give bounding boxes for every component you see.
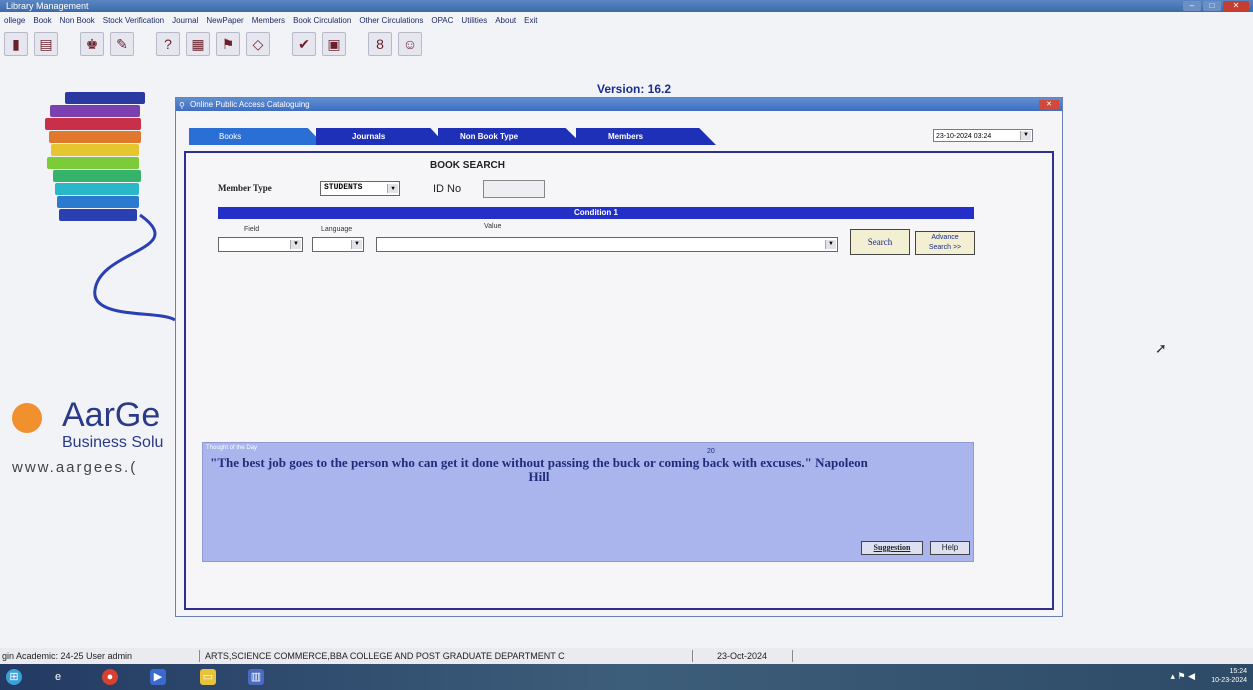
flag-icon[interactable]: ⚑ bbox=[216, 32, 240, 56]
close-button[interactable]: ✕ bbox=[1223, 1, 1249, 11]
opac-dialog: ⚲ Online Public Access Cataloguing ✕ Boo… bbox=[175, 97, 1063, 617]
field-label: Field bbox=[244, 226, 260, 233]
condition-bar: Condition 1 bbox=[218, 207, 974, 219]
wrench-icon[interactable]: ✔ bbox=[292, 32, 316, 56]
thought-title: Thought of the Day bbox=[206, 445, 258, 451]
books-icon[interactable]: ▮ bbox=[4, 32, 28, 56]
menu-item-book-circulation[interactable]: Book Circulation bbox=[293, 14, 351, 28]
value-label: Value bbox=[484, 223, 502, 230]
menu-item-about[interactable]: About bbox=[495, 14, 516, 28]
mouse-cursor-icon: ➚ bbox=[1155, 340, 1167, 356]
media-player-icon[interactable]: ▶ bbox=[150, 669, 166, 685]
dialog-close-button[interactable]: ✕ bbox=[1039, 100, 1059, 109]
book-search-panel: BOOK SEARCH Member Type STUDENTS ▼ ID No… bbox=[184, 151, 1054, 610]
menu-item-non-book[interactable]: Non Book bbox=[60, 14, 95, 28]
list-icon[interactable]: ▤ bbox=[34, 32, 58, 56]
logo-url: www.aargees.( bbox=[12, 459, 138, 476]
menu-item-journal[interactable]: Journal bbox=[172, 14, 198, 28]
report-icon[interactable]: ▣ bbox=[322, 32, 346, 56]
status-college: ARTS,SCIENCE COMMERCE,BBA COLLEGE AND PO… bbox=[205, 651, 565, 661]
chevron-down-icon[interactable]: ▼ bbox=[351, 240, 362, 249]
library-app-window: Library Management – □ ✕ ollege Book Non… bbox=[0, 0, 1253, 664]
member-type-select[interactable]: STUDENTS ▼ bbox=[320, 181, 400, 196]
chevron-down-icon[interactable]: ▼ bbox=[290, 240, 301, 249]
book-open-icon[interactable]: ◇ bbox=[246, 32, 270, 56]
help-person-icon[interactable]: ? bbox=[156, 32, 180, 56]
advance-search-button[interactable]: Advance Search >> bbox=[915, 231, 975, 255]
maximize-button[interactable]: □ bbox=[1203, 1, 1221, 11]
journal-icon[interactable]: ✎ bbox=[110, 32, 134, 56]
logo-name: AarGe bbox=[62, 396, 161, 434]
member-icon[interactable]: ♚ bbox=[80, 32, 104, 56]
menu-bar: ollege Book Non Book Stock Verification … bbox=[0, 14, 1253, 28]
chevron-down-icon[interactable]: ▼ bbox=[1020, 131, 1031, 140]
menu-item-opac[interactable]: OPAC bbox=[431, 14, 453, 28]
taskbar: ⊞ e ● ▶ ▭ ▥ ▴ ⚑ ◀ 15:24 10-23-2024 bbox=[0, 664, 1253, 690]
dialog-titlebar: ⚲ Online Public Access Cataloguing ✕ bbox=[176, 98, 1062, 111]
menu-item-members[interactable]: Members bbox=[252, 14, 285, 28]
thought-number: 20 bbox=[707, 448, 715, 455]
start-icon[interactable]: ⊞ bbox=[6, 669, 22, 685]
date-dropdown[interactable]: 23-10-2024 03:24 ▼ bbox=[933, 129, 1033, 142]
logo-dot-icon bbox=[12, 403, 42, 433]
chrome-icon[interactable]: ● bbox=[102, 669, 118, 685]
window-titlebar: Library Management – □ ✕ bbox=[0, 0, 1253, 12]
window-title: Library Management bbox=[6, 1, 89, 11]
menu-item-utilities[interactable]: Utilities bbox=[461, 14, 487, 28]
status-login: gin Academic: 24-25 User admin bbox=[2, 651, 133, 661]
menu-item-book[interactable]: Book bbox=[33, 14, 51, 28]
window-controls: – □ ✕ bbox=[1183, 1, 1249, 11]
language-select[interactable]: ▼ bbox=[312, 237, 364, 252]
chevron-down-icon[interactable]: ▼ bbox=[825, 240, 836, 249]
advance-button-line1: Advance bbox=[931, 234, 959, 241]
library-app-taskbar-icon[interactable]: ▥ bbox=[248, 669, 264, 685]
id-no-input[interactable] bbox=[483, 180, 545, 198]
dialog-title: Online Public Access Cataloguing bbox=[190, 100, 310, 109]
tray-date: 10-23-2024 bbox=[1211, 677, 1247, 684]
suggestion-button[interactable]: Suggestion bbox=[861, 541, 923, 555]
help-button[interactable]: Help bbox=[930, 541, 970, 555]
chevron-down-icon[interactable]: ▼ bbox=[387, 184, 398, 193]
thought-quote: "The best job goes to the person who can… bbox=[210, 455, 868, 484]
menu-item-exit[interactable]: Exit bbox=[524, 14, 537, 28]
menu-item-newspaper[interactable]: NewPaper bbox=[206, 14, 243, 28]
user-icon[interactable]: ☺ bbox=[398, 32, 422, 56]
member-type-value: STUDENTS bbox=[324, 183, 363, 192]
member-type-label: Member Type bbox=[218, 183, 272, 193]
search-button[interactable]: Search bbox=[850, 229, 910, 255]
id-card-icon[interactable]: 8 bbox=[368, 32, 392, 56]
tray-icons[interactable]: ▴ ⚑ ◀ bbox=[1170, 671, 1195, 682]
id-no-label: ID No bbox=[433, 183, 462, 195]
catalog-icon[interactable]: ▦ bbox=[186, 32, 210, 56]
minimize-button[interactable]: – bbox=[1183, 1, 1201, 11]
language-label: Language bbox=[321, 226, 353, 233]
tab-non-book-type[interactable]: Non Book Type bbox=[438, 128, 583, 145]
internet-explorer-icon[interactable]: e bbox=[50, 669, 66, 685]
tab-books[interactable]: Books bbox=[189, 128, 324, 145]
menu-item-stock-verification[interactable]: Stock Verification bbox=[103, 14, 164, 28]
field-select[interactable]: ▼ bbox=[218, 237, 303, 252]
status-date: 23-Oct-2024 bbox=[717, 651, 768, 661]
cable-decoration-icon bbox=[93, 213, 176, 322]
status-bar: gin Academic: 24-25 User admin ARTS,SCIE… bbox=[0, 648, 1253, 664]
tab-members[interactable]: Members bbox=[576, 128, 716, 145]
folder-icon[interactable]: ▭ bbox=[200, 669, 216, 685]
binoculars-icon: ⚲ bbox=[179, 101, 185, 110]
value-select[interactable]: ▼ bbox=[376, 237, 838, 252]
advance-button-line2: Search >> bbox=[928, 244, 962, 251]
book-search-heading: BOOK SEARCH bbox=[430, 160, 506, 171]
menu-item-other-circulations[interactable]: Other Circulations bbox=[359, 14, 423, 28]
date-value: 23-10-2024 03:24 bbox=[936, 133, 992, 140]
version-label: Version: 16.2 bbox=[597, 82, 672, 96]
logo-subtitle: Business Solu bbox=[62, 434, 164, 451]
tray-time: 15:24 bbox=[1229, 668, 1247, 675]
thought-of-day-panel: Thought of the Day 20 "The best job goes… bbox=[202, 442, 974, 562]
tray-clock[interactable]: 15:24 10-23-2024 bbox=[1211, 667, 1247, 685]
toolbar: ▮ ▤ ♚ ✎ ? ▦ ⚑ ◇ ✔ ▣ 8 ☺ bbox=[4, 32, 422, 56]
menu-item-college[interactable]: ollege bbox=[4, 14, 25, 28]
tab-journals[interactable]: Journals bbox=[316, 128, 446, 145]
